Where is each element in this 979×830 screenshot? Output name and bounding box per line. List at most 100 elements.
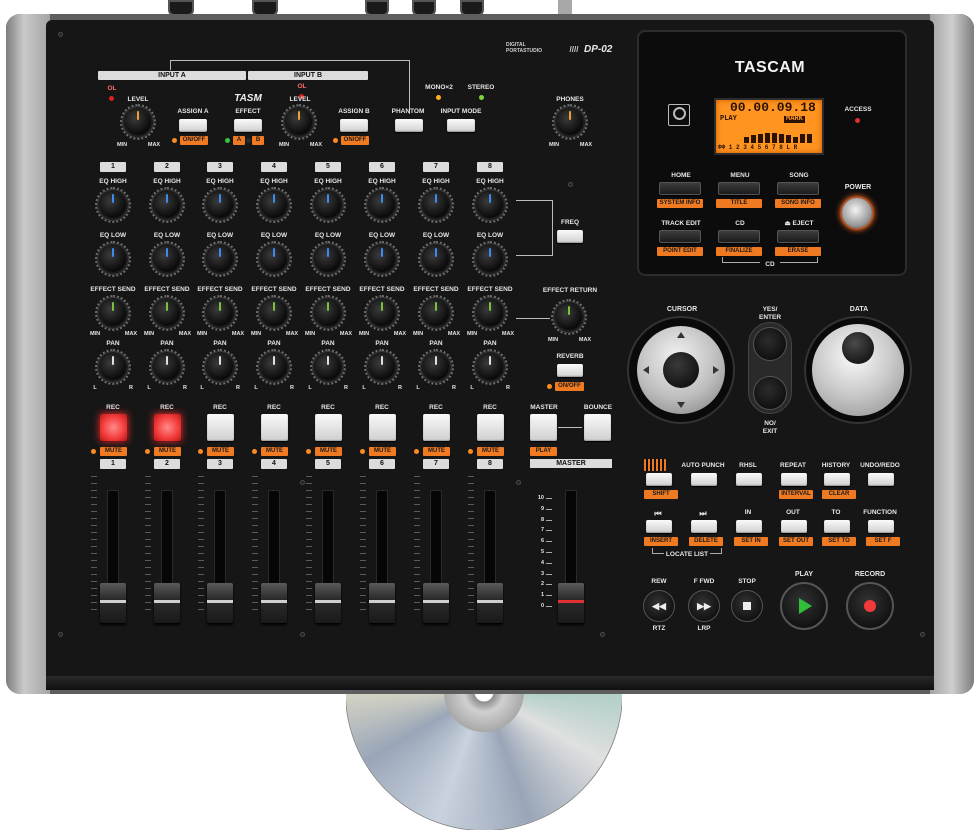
channel-6-rec-button[interactable] <box>369 414 396 441</box>
input-b-label: INPUT B <box>294 72 322 79</box>
func2-5-button[interactable] <box>824 520 850 533</box>
channel-6-fader[interactable] <box>369 583 395 623</box>
level-a-knob[interactable] <box>125 109 151 135</box>
top-button-1[interactable] <box>659 182 701 195</box>
channel-4-number: 4 <box>261 162 287 172</box>
channel-5-fader[interactable] <box>315 583 341 623</box>
play-icon <box>799 598 812 614</box>
channel-1-pan-knob[interactable] <box>100 354 126 380</box>
channel-8-rec-label: REC <box>483 404 497 411</box>
cursor-pad[interactable] <box>629 318 733 422</box>
reverb-button[interactable] <box>557 364 583 377</box>
channel-3-pan-knob[interactable] <box>207 354 233 380</box>
func2-1-button[interactable] <box>646 520 672 533</box>
channel-2-eq-high-knob[interactable] <box>154 192 180 218</box>
top-button-3[interactable] <box>777 182 819 195</box>
master-button[interactable] <box>530 414 557 441</box>
channel-2-pan-knob[interactable] <box>154 354 180 380</box>
channel-1-fader[interactable] <box>100 583 126 623</box>
phones-knob[interactable] <box>557 109 583 135</box>
channel-7-pan-r: R <box>452 385 456 391</box>
channel-1-fader-scale <box>91 476 97 616</box>
channel-7-rec-button[interactable] <box>423 414 450 441</box>
bounce-button[interactable] <box>584 414 611 441</box>
assign-a-button[interactable] <box>179 119 207 132</box>
channel-3-rec-button[interactable] <box>207 414 234 441</box>
cursor-left-icon[interactable] <box>643 366 649 374</box>
func2-3-button[interactable] <box>736 520 762 533</box>
func1-5-button[interactable] <box>824 473 850 486</box>
channel-8-eq-low-knob[interactable] <box>477 246 503 272</box>
func1-2-button[interactable] <box>691 473 717 486</box>
channel-4-effect-send-knob[interactable] <box>261 300 287 326</box>
cursor-down-icon[interactable] <box>677 402 685 408</box>
channel-2-fader[interactable] <box>154 583 180 623</box>
channel-3-eq-high-knob[interactable] <box>207 192 233 218</box>
channel-5-eq-high-knob[interactable] <box>315 192 341 218</box>
yes-enter-button[interactable] <box>753 327 787 361</box>
channel-7-effect-send-knob[interactable] <box>423 300 449 326</box>
func2-2-button[interactable] <box>691 520 717 533</box>
input-mode-button[interactable] <box>447 119 475 132</box>
channel-4-eq-low-knob[interactable] <box>261 246 287 272</box>
channel-5-effect-send-knob[interactable] <box>315 300 341 326</box>
func2-3-sub: SET IN <box>734 537 768 546</box>
phantom-button[interactable] <box>395 119 423 132</box>
level-b-knob[interactable] <box>286 109 312 135</box>
power-button[interactable] <box>842 198 872 228</box>
top-button-6[interactable] <box>777 230 819 243</box>
top-button-5[interactable] <box>718 230 760 243</box>
channel-3-fader[interactable] <box>207 583 233 623</box>
effect-return-knob[interactable] <box>556 304 582 330</box>
func1-1-button[interactable] <box>646 473 672 486</box>
effect-button[interactable] <box>234 119 262 132</box>
yes-enter-label: YES/ ENTER <box>758 306 782 321</box>
channel-5-rec-button[interactable] <box>315 414 342 441</box>
freq-button[interactable] <box>557 230 583 243</box>
func1-4-button[interactable] <box>781 473 807 486</box>
channel-8-effect-send-knob[interactable] <box>477 300 503 326</box>
no-exit-button[interactable] <box>753 376 787 410</box>
channel-1-effect-send-knob[interactable] <box>100 300 126 326</box>
channel-7-eq-high-knob[interactable] <box>423 192 449 218</box>
channel-2-eq-low-knob[interactable] <box>154 246 180 272</box>
channel-6-eq-high-knob[interactable] <box>369 192 395 218</box>
func2-4-button[interactable] <box>781 520 807 533</box>
channel-6-eq-low-knob[interactable] <box>369 246 395 272</box>
channel-4-pan-knob[interactable] <box>261 354 287 380</box>
channel-4-eq-high-knob[interactable] <box>261 192 287 218</box>
channel-2-effect-send-knob[interactable] <box>154 300 180 326</box>
channel-4-fader[interactable] <box>261 583 287 623</box>
channel-8-pan-knob[interactable] <box>477 354 503 380</box>
channel-8-rec-button[interactable] <box>477 414 504 441</box>
channel-7-eq-low-knob[interactable] <box>423 246 449 272</box>
channel-8-eq-high-knob[interactable] <box>477 192 503 218</box>
cursor-right-icon[interactable] <box>713 366 719 374</box>
cursor-up-icon[interactable] <box>677 332 685 338</box>
channel-1-rec-button[interactable] <box>100 414 127 441</box>
channel-4-rec-button[interactable] <box>261 414 288 441</box>
channel-1-eq-high-knob[interactable] <box>100 192 126 218</box>
top-button-4[interactable] <box>659 230 701 243</box>
channel-5-pan-knob[interactable] <box>315 354 341 380</box>
channel-8-fader[interactable] <box>477 583 503 623</box>
channel-7-eq-low-label: EQ LOW <box>422 232 450 239</box>
master-fader[interactable] <box>558 583 584 623</box>
channel-7-fader[interactable] <box>423 583 449 623</box>
channel-7-pan-knob[interactable] <box>423 354 449 380</box>
channel-5-eq-high-label: EQ HIGH <box>314 178 342 185</box>
channel-3-effect-send-label: EFFECT SEND <box>197 286 243 293</box>
func1-6-button[interactable] <box>868 473 894 486</box>
channel-1-eq-low-knob[interactable] <box>100 246 126 272</box>
channel-6-effect-send-knob[interactable] <box>369 300 395 326</box>
assign-b-button[interactable] <box>340 119 368 132</box>
channel-3-eq-low-knob[interactable] <box>207 246 233 272</box>
channel-5-eq-low-knob[interactable] <box>315 246 341 272</box>
func2-6-button[interactable] <box>868 520 894 533</box>
func1-3-button[interactable] <box>736 473 762 486</box>
channel-6-pan-knob[interactable] <box>369 354 395 380</box>
data-wheel[interactable] <box>806 318 910 422</box>
channel-2-rec-button[interactable] <box>154 414 181 441</box>
top-button-2[interactable] <box>718 182 760 195</box>
channel-3-effect-send-knob[interactable] <box>207 300 233 326</box>
